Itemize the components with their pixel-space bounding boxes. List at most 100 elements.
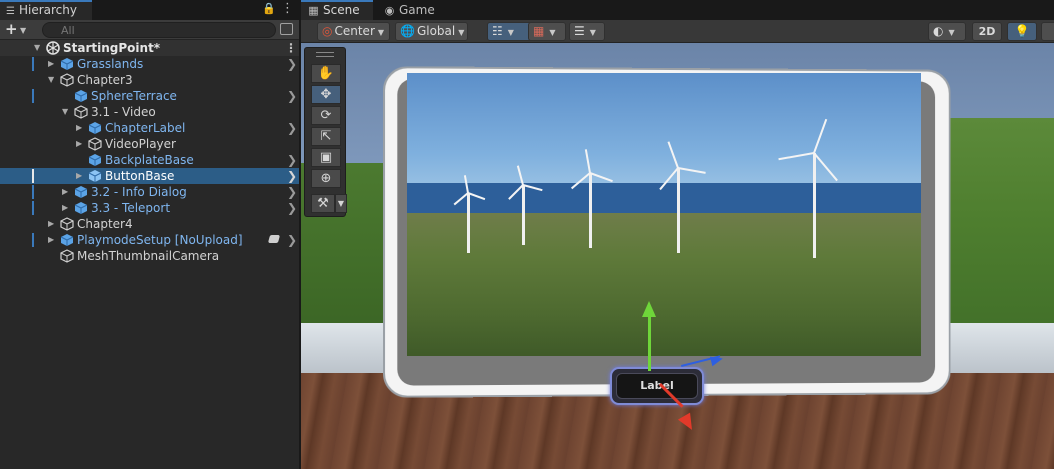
rect-tool-button[interactable]: ▣	[311, 148, 341, 167]
transform-tool-button[interactable]: ⊕	[311, 169, 341, 188]
foldout-collapsed-icon[interactable]: ▶	[48, 216, 54, 232]
tab-game[interactable]: ◉ Game	[377, 0, 447, 20]
tab-scene[interactable]: ▦ Scene	[301, 0, 373, 20]
chevron-right-icon[interactable]: ❯	[287, 120, 297, 136]
pivot-mode-dropdown[interactable]: ◎ Center ▼	[317, 22, 390, 41]
scene-menu-icon[interactable]: ⋮	[285, 40, 297, 56]
move-tool-button[interactable]: ✥	[311, 85, 341, 104]
prefab-icon	[74, 89, 88, 103]
prefab-icon	[60, 57, 74, 71]
gameobject-icon	[60, 73, 74, 87]
item-label: ChapterLabel	[105, 120, 185, 136]
custom-tool-dropdown[interactable]: ▼	[335, 194, 347, 213]
list-item[interactable]: ▶ 3.2 - Info Dialog ❯	[0, 184, 299, 200]
chevron-right-icon[interactable]: ❯	[287, 200, 297, 216]
list-item[interactable]: ▼ Chapter3	[0, 72, 299, 88]
tab-game-label: Game	[399, 3, 435, 17]
panel-menu-icon[interactable]: ⋮	[281, 1, 294, 16]
list-item[interactable]: ▶ Grasslands ❯	[0, 56, 299, 72]
ruler-icon: ☰	[574, 23, 585, 40]
chevron-right-icon[interactable]: ❯	[287, 152, 297, 168]
gamepad-icon: ◉	[383, 1, 396, 21]
chevron-down-icon: ▼	[948, 28, 954, 37]
lock-icon[interactable]: 🔒	[262, 2, 276, 15]
hierarchy-search-input[interactable]	[42, 22, 276, 38]
video-land	[407, 213, 921, 356]
prefab-override-marker	[32, 185, 34, 199]
prefab-icon	[60, 233, 74, 247]
draw-mode-dropdown[interactable]: ◐ ▼	[928, 22, 966, 41]
space-mode-dropdown[interactable]: 🌐 Global ▼	[395, 22, 468, 41]
2d-mode-toggle[interactable]: 2D	[972, 22, 1002, 41]
item-label: 3.2 - Info Dialog	[91, 184, 187, 200]
foldout-collapsed-icon[interactable]: ▶	[76, 168, 82, 184]
gameobject-icon	[74, 105, 88, 119]
list-item[interactable]: ▶ 3.3 - Teleport ❯	[0, 200, 299, 216]
list-item[interactable]: ▼ 3.1 - Video	[0, 104, 299, 120]
tag-icon	[268, 235, 280, 243]
rotate-tool-button[interactable]: ⟳	[311, 106, 341, 125]
video-player-surface[interactable]	[407, 73, 921, 356]
scene-viewport[interactable]: Label ✋ ✥ ⟳ ⇱ ▣ ⊕ ⚒ ▼	[301, 43, 1054, 469]
list-item[interactable]: ▶ PlaymodeSetup [NoUpload] ❯	[0, 232, 299, 248]
turbine-tower	[589, 173, 592, 248]
audio-toggle[interactable]	[1041, 22, 1054, 41]
chevron-down-icon: ▼	[458, 28, 464, 37]
lighting-toggle[interactable]: 💡	[1007, 22, 1037, 41]
item-label: VideoPlayer	[105, 136, 176, 152]
move-gizmo-y-arrow-icon[interactable]	[642, 301, 656, 317]
chevron-down-icon: ▼	[378, 28, 384, 37]
overlay-grip-handle[interactable]	[316, 52, 334, 57]
gameobject-icon	[60, 217, 74, 231]
gameobject-icon	[60, 249, 74, 263]
list-item[interactable]: SphereTerrace ❯	[0, 88, 299, 104]
custom-tool-button[interactable]: ⚒	[311, 194, 335, 213]
foldout-collapsed-icon[interactable]: ▶	[76, 120, 82, 136]
prefab-icon	[74, 185, 88, 199]
list-item[interactable]: BackplateBase ❯	[0, 152, 299, 168]
create-button[interactable]: +	[5, 20, 18, 38]
grid-visibility-dropdown[interactable]: ▦ ▼	[528, 22, 566, 41]
foldout-collapsed-icon[interactable]: ▶	[62, 184, 68, 200]
lightbulb-icon: 💡	[1015, 24, 1030, 38]
gameobject-icon	[88, 137, 102, 151]
move-arrows-icon: ✥	[321, 87, 332, 102]
foldout-expanded-icon[interactable]: ▼	[48, 72, 54, 88]
hierarchy-panel: ☰Hierarchy 🔒 ⋮ + ▼ ⚲ ▼ StartingPoint* ⋮ …	[0, 0, 299, 469]
button-base-object[interactable]: Label	[610, 367, 704, 405]
turbine-tower	[813, 153, 816, 258]
scale-tool-button[interactable]: ⇱	[311, 127, 341, 146]
list-item[interactable]: ▶ ChapterLabel ❯	[0, 120, 299, 136]
list-item[interactable]: ▶ VideoPlayer	[0, 136, 299, 152]
chevron-down-icon: ▼	[590, 28, 596, 37]
foldout-expanded-icon[interactable]: ▼	[62, 104, 68, 120]
item-label: Grasslands	[77, 56, 143, 72]
list-item[interactable]: ▶ Chapter4	[0, 216, 299, 232]
foldout-collapsed-icon[interactable]: ▶	[76, 136, 82, 152]
item-label: SphereTerrace	[91, 88, 177, 104]
chevron-right-icon[interactable]: ❯	[287, 88, 297, 104]
hand-tool-button[interactable]: ✋	[311, 64, 341, 83]
foldout-collapsed-icon[interactable]: ▶	[48, 232, 54, 248]
chevron-right-icon[interactable]: ❯	[287, 184, 297, 200]
list-item[interactable]: MeshThumbnailCamera	[0, 248, 299, 264]
list-item-selected[interactable]: ▶ ButtonBase ❯	[0, 168, 299, 184]
foldout-expanded-icon[interactable]: ▼	[34, 40, 40, 56]
chevron-right-icon[interactable]: ❯	[287, 56, 297, 72]
item-label: MeshThumbnailCamera	[77, 248, 219, 264]
grid-icon: ▦	[533, 23, 544, 40]
tab-hierarchy[interactable]: ☰ Hierarchy	[0, 0, 92, 20]
foldout-collapsed-icon[interactable]: ▶	[48, 56, 54, 72]
chevron-right-icon[interactable]: ❯	[287, 232, 297, 248]
scene-row[interactable]: ▼ StartingPoint* ⋮	[0, 40, 299, 56]
prefab-icon	[74, 201, 88, 215]
foldout-collapsed-icon[interactable]: ▶	[62, 200, 68, 216]
prefab-override-marker	[32, 233, 34, 247]
prefab-icon	[88, 169, 102, 183]
create-dropdown-icon[interactable]: ▼	[20, 26, 26, 35]
chevron-right-icon[interactable]: ❯	[287, 168, 297, 184]
scene-visibility-icon[interactable]	[280, 23, 293, 35]
increment-snap-dropdown[interactable]: ☰ ▼	[569, 22, 605, 41]
grid-snap-toggle[interactable]: ☷ ▼	[487, 22, 533, 41]
turbine-tower	[522, 185, 525, 245]
